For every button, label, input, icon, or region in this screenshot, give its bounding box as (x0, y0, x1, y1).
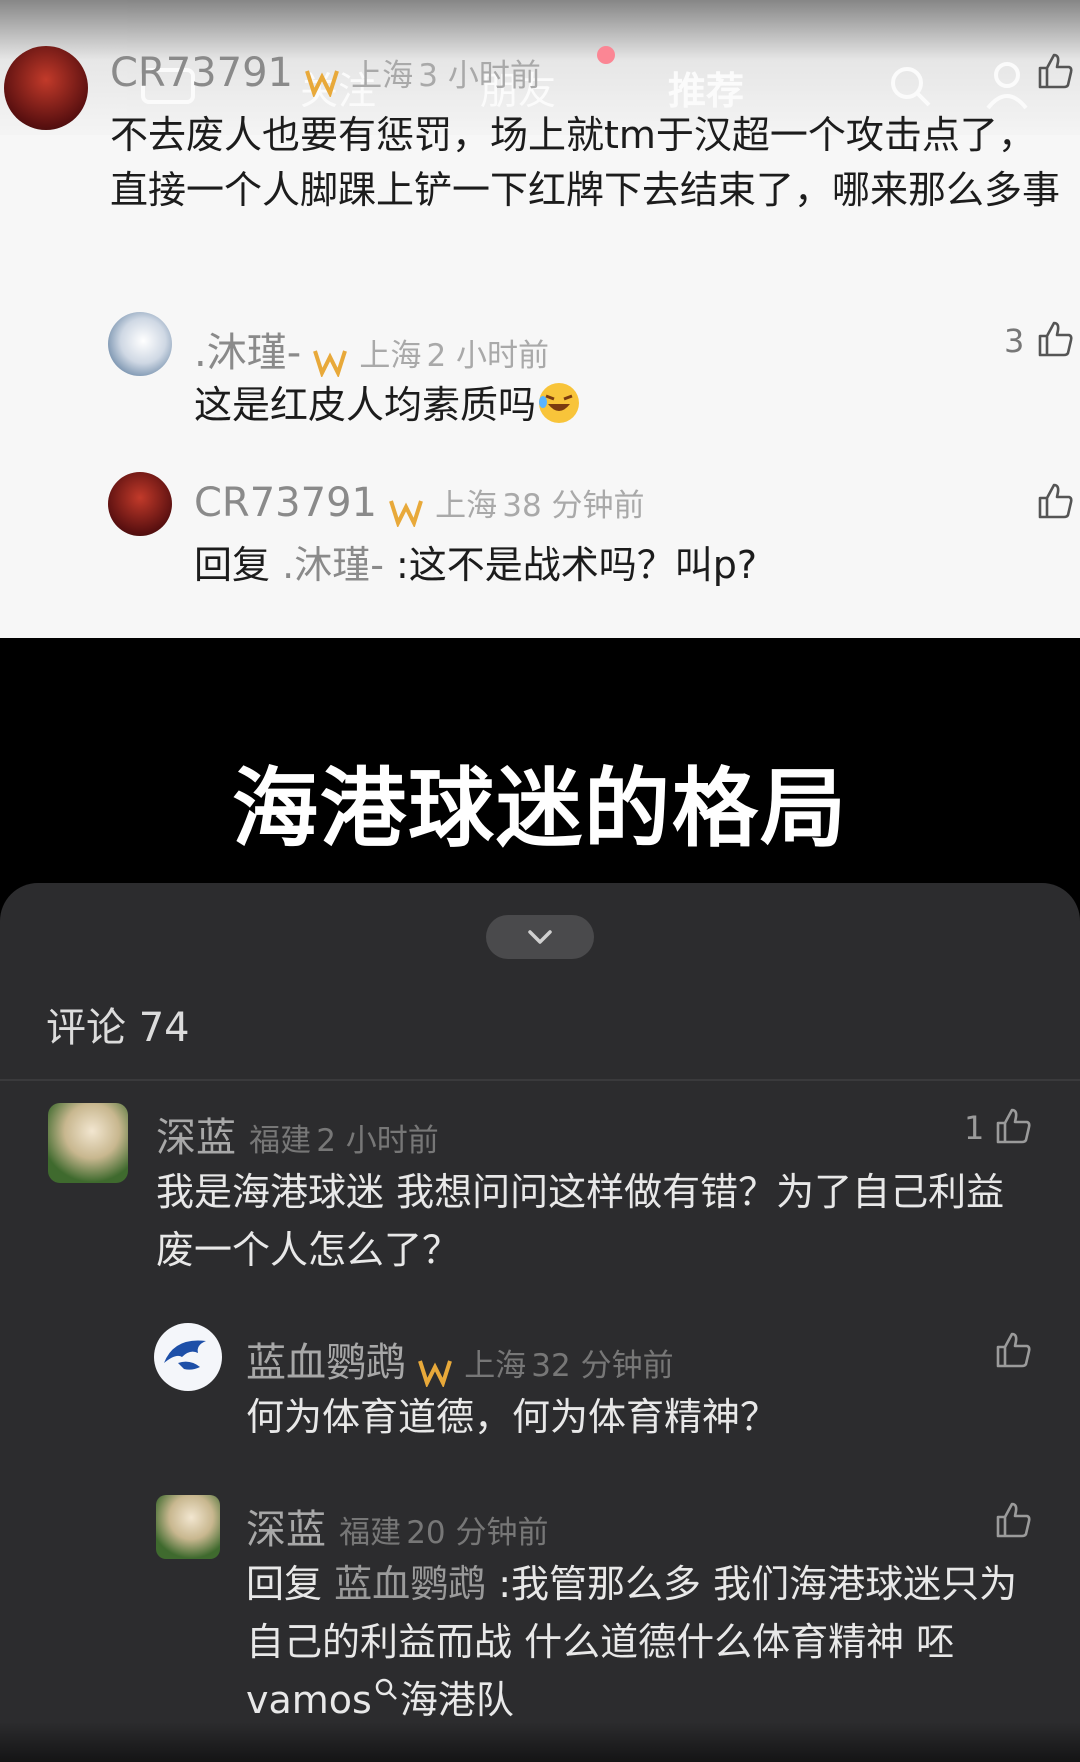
like-count: 3 (1004, 322, 1025, 360)
comment-time: 3 小时前 (418, 58, 541, 94)
profile-icon[interactable] (985, 60, 1029, 110)
username[interactable]: CR73791 (194, 480, 377, 526)
avatar[interactable] (154, 1323, 222, 1391)
caption-title: 海港球迷的格局 (232, 759, 848, 859)
comment-time: 32 分钟前 (531, 1348, 674, 1384)
comment-location: 上海 (351, 58, 414, 94)
collapse-handle[interactable] (486, 915, 594, 959)
reply-prefix: 回复 (194, 543, 271, 587)
username[interactable]: 深蓝 (246, 1507, 326, 1553)
fan-badge-icon (313, 349, 348, 377)
comment-sheet: 评论 74 深蓝 福建 2 小时前 1 我是海港球迷 我想问问这样做有错？为了自… (0, 883, 1080, 1762)
comment-text: 我是海港球迷 我想问问这样做有错？为了自己利益废一个人怎么了？ (156, 1170, 1005, 1272)
comment-header: 深蓝 福建 2 小时前 (156, 1105, 439, 1163)
bottom-fade (0, 1722, 1080, 1762)
search-icon (375, 1678, 397, 1700)
like-count: 1 (964, 1109, 985, 1147)
blue-bird-logo-icon (164, 1340, 206, 1370)
like-icon[interactable] (1036, 320, 1074, 358)
comment-location: 上海 (359, 338, 422, 374)
laughing-emoji-icon (539, 383, 580, 423)
reply-to-user[interactable]: 蓝血鹦鹉 (334, 1562, 486, 1606)
avatar[interactable] (108, 472, 172, 536)
comment-text: 回复 蓝血鹦鹉 :我管那么多 我们海港球迷只为自己的利益而战 什么道德什么体育精… (246, 1555, 1046, 1729)
reply-to-user[interactable]: .沐瑾- (282, 543, 384, 587)
avatar[interactable] (4, 46, 88, 130)
search-link[interactable]: 海港队 (400, 1678, 514, 1722)
comment-header: 深蓝 福建 20 分钟前 (246, 1497, 549, 1555)
comment-text: 何为体育道德，何为体育精神？ (246, 1395, 779, 1439)
like-icon[interactable] (994, 1501, 1032, 1539)
comment-text-content: :这不是战术吗？叫p? (396, 543, 758, 587)
avatar[interactable] (48, 1103, 128, 1183)
fan-badge-icon (418, 1359, 452, 1387)
like-icon[interactable] (994, 1107, 1032, 1145)
avatar[interactable] (108, 312, 172, 376)
fan-badge-icon (389, 499, 423, 527)
username[interactable]: 蓝血鹦鹉 (246, 1340, 406, 1386)
comment-text: 不去废人也要有惩罚，场上就tm于汉超一个攻击点了，直接一个人脚踝上铲一下红牌下去… (110, 113, 1061, 212)
search-icon[interactable] (888, 64, 932, 108)
comment-time: 2 小时前 (316, 1123, 439, 1159)
comment-text: 这是红皮人均素质吗 (194, 378, 1054, 433)
comment-time: 38 分钟前 (502, 488, 645, 524)
comment-location: 福建 (249, 1123, 312, 1159)
tab-recommended[interactable]: 推荐 (668, 60, 744, 115)
reply-prefix: 回复 (246, 1562, 323, 1606)
like-icon[interactable] (994, 1331, 1032, 1369)
avatar[interactable] (156, 1495, 220, 1559)
notification-dot (597, 46, 615, 64)
comment-time: 2 小时前 (426, 338, 550, 374)
comment-location: 福建 (339, 1515, 402, 1551)
comment-text-content: 这是红皮人均素质吗 (194, 383, 537, 427)
comment-count: 评论 74 (46, 1005, 190, 1051)
comment-header: CR73791 上海 3 小时前 (110, 50, 541, 97)
username[interactable]: 深蓝 (156, 1115, 236, 1161)
caption-band: 海港球迷的格局 (0, 638, 1080, 883)
like-icon[interactable] (1036, 482, 1074, 520)
fan-badge-icon (305, 69, 339, 97)
douyin-comment-screenshot-light: 关注 朋友 推荐 CR73791 上海 3 小时前 不去废人也要有惩罚，场上就t… (0, 0, 1080, 638)
username[interactable]: .沐瑾- (194, 330, 301, 376)
chevron-down-icon (528, 930, 552, 944)
comment-location: 上海 (435, 488, 498, 524)
comment-time: 20 分钟前 (406, 1515, 549, 1551)
divider (0, 1079, 1080, 1081)
comment-location: 上海 (464, 1348, 527, 1384)
comment-header: .沐瑾- 上海 2 小时前 (194, 320, 549, 378)
comment-header: CR73791 上海 38 分钟前 (194, 480, 645, 527)
username[interactable]: CR73791 (110, 50, 293, 96)
comment-header: 蓝血鹦鹉 上海 32 分钟前 (246, 1330, 674, 1388)
like-icon[interactable] (1036, 52, 1074, 90)
comment-text: 回复 .沐瑾- :这不是战术吗？叫p? (194, 538, 1054, 593)
